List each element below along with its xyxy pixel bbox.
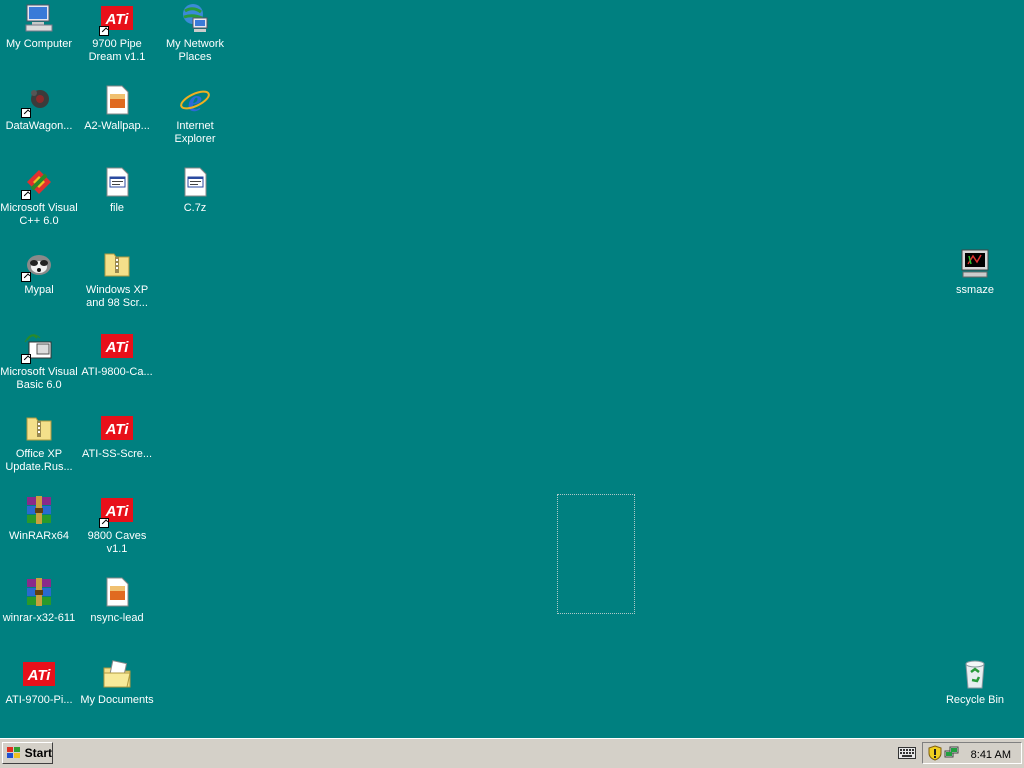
icon-label: WinRARx64	[9, 530, 69, 542]
icon-label: C.7z	[183, 202, 207, 214]
desktop-icon-my-computer[interactable]: My Computer	[0, 2, 78, 82]
taskbar: Start 8:41 AM	[0, 738, 1024, 768]
datawagon-icon	[21, 84, 55, 118]
ati-icon: ATi	[99, 494, 133, 528]
windows-logo-icon	[7, 747, 20, 758]
shortcut-arrow-icon	[21, 190, 31, 200]
selection-rectangle	[557, 494, 635, 614]
visual-basic-icon	[21, 330, 55, 364]
desktop-icon-office-xp-update[interactable]: Office XP Update.Rus...	[0, 412, 78, 492]
icon-label: Mypal	[24, 284, 54, 296]
my-documents-icon	[101, 658, 133, 690]
zip-folder-icon	[101, 248, 133, 280]
desktop-icon-ssmaze[interactable]: ssmaze	[936, 248, 1014, 328]
ati-icon: ATi	[101, 412, 133, 444]
file-icon	[101, 166, 133, 198]
security-shield-icon[interactable]	[928, 745, 942, 764]
file-icon	[179, 166, 211, 198]
desktop-icon-recycle-bin[interactable]: Recycle Bin	[936, 658, 1014, 738]
icon-label: Internet Explorer	[174, 120, 216, 145]
ati-logo-text: ATi	[105, 421, 130, 438]
internet-explorer-icon: e	[179, 82, 211, 118]
icon-label: 9800 Caves v1.1	[87, 530, 147, 555]
icon-label: My Computer	[5, 38, 73, 50]
image-file-icon	[101, 84, 133, 116]
desktop-icon-file[interactable]: file	[78, 166, 156, 246]
image-file-icon	[101, 576, 133, 608]
keyboard-icon[interactable]	[898, 747, 916, 762]
ati-icon: ATi	[23, 658, 55, 690]
desktop-icon-ati-9700-pi[interactable]: ATi ATI-9700-Pi...	[0, 658, 78, 738]
shortcut-arrow-icon	[21, 108, 31, 118]
desktop-icon-winrar-x32[interactable]: winrar-x32-611	[0, 576, 78, 656]
icon-label: ATI-9800-Ca...	[81, 366, 153, 378]
desktop-icon-internet-explorer[interactable]: e Internet Explorer	[156, 82, 234, 164]
shortcut-arrow-icon	[99, 26, 109, 36]
zip-folder-icon	[23, 412, 55, 444]
desktop-icon-a2-wallpaper[interactable]: A2-Wallpap...	[78, 84, 156, 164]
clock[interactable]: 8:41 AM	[971, 749, 1011, 761]
icon-label: Office XP Update.Rus...	[5, 448, 73, 473]
ati-icon: ATi	[99, 2, 133, 36]
shortcut-arrow-icon	[21, 272, 31, 282]
winrar-icon	[23, 494, 55, 526]
desktop-icon-c7z[interactable]: C.7z	[156, 166, 234, 246]
my-computer-icon	[23, 2, 55, 34]
desktop-icon-windows-xp-98-scr[interactable]: Windows XP and 98 Scr...	[78, 248, 156, 328]
icon-label: DataWagon...	[5, 120, 73, 132]
ati-logo-text: ATi	[105, 339, 130, 356]
icon-label: nsync-lead	[90, 612, 144, 624]
desktop-icon-9700-pipe-dream[interactable]: ATi 9700 Pipe Dream v1.1	[78, 2, 156, 82]
icon-label: Microsoft Visual Basic 6.0	[0, 366, 78, 391]
svg-text:e: e	[188, 84, 202, 116]
icon-label: A2-Wallpap...	[84, 120, 150, 132]
icon-label: 9700 Pipe Dream v1.1	[88, 38, 146, 63]
icon-label: My Network Places	[165, 38, 225, 63]
shortcut-arrow-icon	[99, 518, 109, 528]
desktop-icon-nsync-lead[interactable]: nsync-lead	[78, 576, 156, 656]
start-label: Start	[24, 746, 52, 760]
icon-label: ATI-SS-Scre...	[81, 448, 153, 460]
network-connection-icon[interactable]	[944, 745, 960, 764]
icon-label: My Documents	[80, 694, 154, 706]
desktop[interactable]: My Computer DataWagon... Microsoft Visua…	[0, 0, 1024, 738]
icon-label: ATI-9700-Pi...	[5, 694, 73, 706]
icon-label: file	[109, 202, 125, 214]
desktop-icon-mypal[interactable]: Mypal	[0, 248, 78, 328]
system-tray: 8:41 AM	[922, 742, 1022, 764]
start-button[interactable]: Start	[2, 742, 53, 764]
desktop-icon-ati-9800-ca[interactable]: ATi ATI-9800-Ca...	[78, 330, 156, 410]
desktop-icon-datawagon[interactable]: DataWagon...	[0, 84, 78, 164]
winrar-icon	[23, 576, 55, 608]
desktop-icon-my-documents[interactable]: My Documents	[78, 658, 156, 738]
desktop-icon-winrarx64[interactable]: WinRARx64	[0, 494, 78, 574]
icon-label: winrar-x32-611	[2, 612, 76, 624]
desktop-icon-9800-caves[interactable]: ATi 9800 Caves v1.1	[78, 494, 156, 574]
screensaver-icon	[959, 248, 991, 280]
mypal-icon	[21, 248, 55, 282]
visual-cpp-icon	[21, 166, 55, 200]
icon-label: ssmaze	[956, 284, 994, 296]
network-places-icon	[179, 2, 211, 34]
recycle-bin-icon	[959, 658, 991, 690]
icon-label: Recycle Bin	[945, 694, 1005, 706]
desktop-icon-my-network-places[interactable]: My Network Places	[156, 2, 234, 82]
desktop-icon-visual-basic[interactable]: Microsoft Visual Basic 6.0	[0, 330, 78, 410]
desktop-icon-ati-ss-scre[interactable]: ATi ATI-SS-Scre...	[78, 412, 156, 492]
ati-logo-text: ATi	[27, 667, 52, 684]
desktop-icon-visual-cpp[interactable]: Microsoft Visual C++ 6.0	[0, 166, 78, 246]
shortcut-arrow-icon	[21, 354, 31, 364]
icon-label: Microsoft Visual C++ 6.0	[0, 202, 78, 227]
icon-label: Windows XP and 98 Scr...	[85, 284, 149, 309]
ati-icon: ATi	[101, 330, 133, 362]
